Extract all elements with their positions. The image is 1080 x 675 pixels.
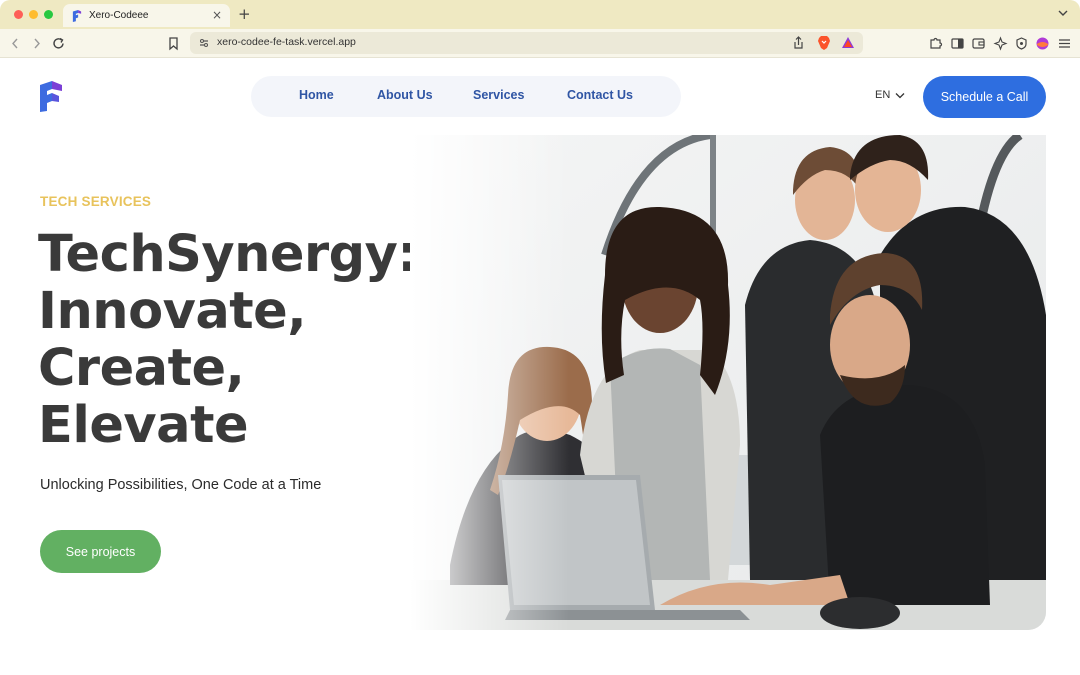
forward-icon[interactable] <box>29 36 44 51</box>
rewards-icon[interactable] <box>841 36 855 50</box>
wallet-icon[interactable] <box>971 36 986 51</box>
url-text: xero-codee-fe-task.vercel.app <box>217 36 356 48</box>
see-projects-button[interactable]: See projects <box>40 530 161 573</box>
chevron-down-icon[interactable] <box>1058 7 1068 19</box>
browser-window: Xero-Codeee × + xero-codee-fe-task.verce… <box>0 0 1080 675</box>
site-favicon-icon <box>72 9 82 22</box>
tab-close-icon[interactable]: × <box>212 8 222 22</box>
tab-strip: Xero-Codeee × + <box>0 0 1080 29</box>
extensions-icon[interactable] <box>928 36 943 51</box>
headline-line: Innovate, <box>38 282 307 341</box>
brave-shield-icon[interactable] <box>817 35 831 51</box>
language-selector[interactable]: EN <box>875 89 905 101</box>
bookmark-icon[interactable] <box>166 36 181 51</box>
hero-eyebrow: TECH SERVICES <box>40 194 152 209</box>
nav-home-link[interactable]: Home <box>299 88 334 102</box>
minimize-window-button[interactable] <box>29 10 38 19</box>
leo-ai-icon[interactable] <box>993 36 1008 51</box>
menu-icon[interactable] <box>1057 36 1072 51</box>
profile-avatar-icon[interactable] <box>1035 36 1050 51</box>
reload-icon[interactable] <box>51 36 66 51</box>
tab-title: Xero-Codeee <box>89 10 149 21</box>
schedule-call-button[interactable]: Schedule a Call <box>923 76 1046 118</box>
nav-contact-us-link[interactable]: Contact Us <box>567 88 633 102</box>
site-settings-icon[interactable] <box>198 37 210 49</box>
language-label: EN <box>875 89 891 101</box>
back-icon[interactable] <box>8 36 23 51</box>
vpn-shield-icon[interactable] <box>1014 36 1029 51</box>
close-window-button[interactable] <box>14 10 23 19</box>
browser-tab[interactable]: Xero-Codeee × <box>63 4 230 27</box>
browser-toolbar: xero-codee-fe-task.vercel.app <box>0 29 1080 58</box>
team-photo-icon <box>410 135 1046 630</box>
main-nav: Home About Us Services Contact Us <box>251 76 681 117</box>
address-bar[interactable]: xero-codee-fe-task.vercel.app <box>190 32 863 54</box>
chevron-down-icon <box>895 92 905 98</box>
nav-services-link[interactable]: Services <box>473 88 524 102</box>
hero-headline: TechSynergy: Innovate, Create, Elevate <box>38 226 438 454</box>
headline-line: Elevate <box>38 396 249 455</box>
share-icon[interactable] <box>792 36 805 50</box>
brand-logo-icon[interactable] <box>38 80 64 112</box>
nav-about-us-link[interactable]: About Us <box>377 88 433 102</box>
sidebar-icon[interactable] <box>950 36 965 51</box>
new-tab-button[interactable]: + <box>238 5 251 23</box>
hero-team-image <box>410 135 1046 630</box>
headline-line: Create, <box>38 339 245 398</box>
hero-subtitle: Unlocking Possibilities, One Code at a T… <box>40 477 322 493</box>
page-content: Home About Us Services Contact Us EN Sch… <box>0 58 1080 675</box>
zoom-window-button[interactable] <box>44 10 53 19</box>
headline-line: TechSynergy: <box>38 225 418 284</box>
